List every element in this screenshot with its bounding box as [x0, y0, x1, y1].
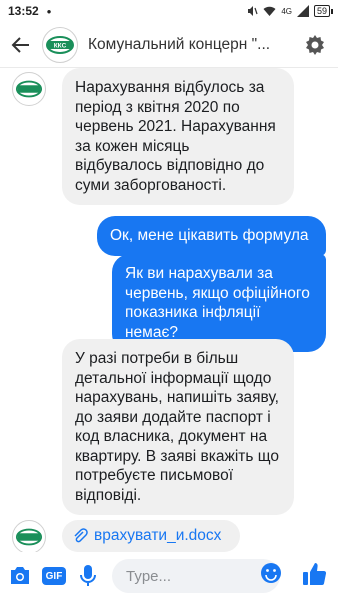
signal-icon	[296, 5, 309, 17]
thumbs-up-icon	[303, 563, 327, 586]
camera-button[interactable]	[6, 562, 34, 590]
message-bubble-outgoing[interactable]: Як ви нарахували за червень, якщо офіцій…	[112, 254, 326, 352]
gear-icon	[306, 34, 324, 55]
like-button[interactable]	[300, 560, 328, 588]
message-bubble-incoming[interactable]: Нарахування відбулось за період з квітня…	[62, 68, 294, 205]
message-input[interactable]	[112, 559, 280, 593]
company-logo-icon	[15, 80, 43, 98]
company-logo-icon	[15, 528, 43, 546]
file-attachment[interactable]: врахувати_и.docx	[62, 520, 240, 552]
message-bubble-outgoing[interactable]: Ок, мене цікавить формула	[97, 216, 326, 256]
microphone-icon	[80, 565, 96, 586]
message-composer: GIF	[0, 552, 338, 600]
company-logo-icon: ККС	[46, 35, 74, 54]
chat-title[interactable]: Комунальний концерн "...	[88, 36, 288, 54]
notification-dot: •	[46, 3, 52, 19]
logo-text: ККС	[54, 42, 67, 49]
sender-avatar[interactable]	[12, 520, 46, 554]
battery-indicator: 59	[313, 5, 334, 17]
message-bubble-incoming[interactable]: У разі потреби в більш детальної інформа…	[62, 339, 294, 515]
status-indicators: 4G 59	[246, 5, 334, 17]
file-name: врахувати_и.docx	[94, 527, 222, 544]
camera-icon	[11, 567, 29, 584]
status-time: 13:52	[8, 4, 39, 18]
status-bar: 13:52 • 4G 59	[0, 0, 338, 22]
network-type: 4G	[281, 6, 292, 16]
emoji-button[interactable]	[260, 562, 282, 584]
back-button[interactable]	[0, 22, 42, 68]
contact-avatar[interactable]: ККС	[42, 26, 78, 63]
mute-icon	[248, 6, 258, 16]
gif-icon: GIF	[42, 567, 66, 585]
sender-avatar[interactable]	[12, 72, 46, 106]
emoji-icon	[261, 563, 281, 583]
paperclip-icon	[74, 528, 88, 543]
chat-header: ККС Комунальний концерн "...	[0, 22, 338, 68]
microphone-button[interactable]	[74, 562, 102, 590]
wifi-icon	[263, 6, 276, 16]
settings-button[interactable]	[302, 32, 328, 58]
back-arrow-icon	[11, 36, 29, 53]
gif-button[interactable]: GIF	[40, 562, 68, 590]
